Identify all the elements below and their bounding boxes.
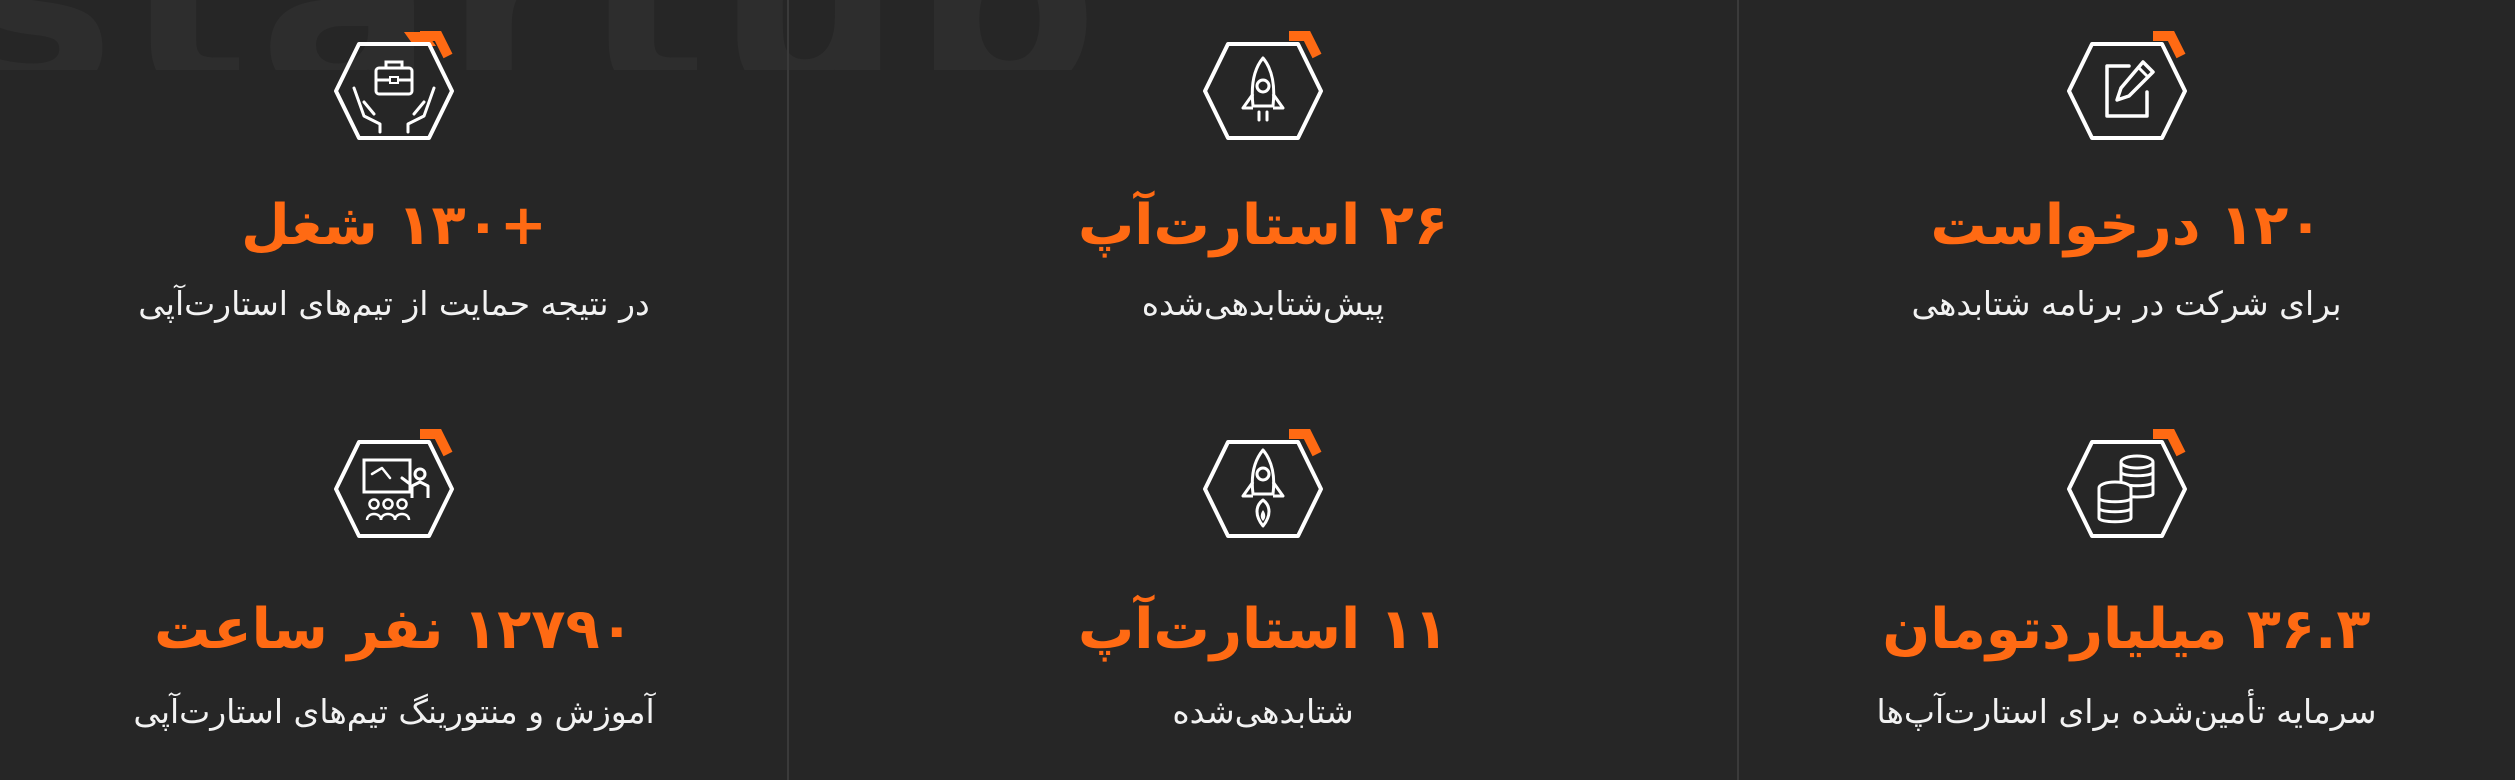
stat-value: +۱۳۰ شغل xyxy=(241,193,547,258)
stat-caption: سرمایه تأمین‌شده برای استارت‌آپ‌ها xyxy=(1876,692,2377,731)
stat-preaccelerated: ۲۶ استارت‌آپ پیش‌شتابدهی‌شده xyxy=(788,0,1738,400)
stat-value: ۱۲۰ درخواست xyxy=(1930,193,2323,258)
stat-value: ۱۱ استارت‌آپ xyxy=(1078,597,1448,662)
stat-accelerated: ۱۱ استارت‌آپ شتابدهی‌شده xyxy=(788,400,1738,780)
stat-jobs: +۱۳۰ شغل در نتیجه حمایت از تیم‌های استار… xyxy=(0,0,788,400)
stat-training-hours: ۱۲۷۹۰ نفر ساعت آموزش و منتورینگ تیم‌های … xyxy=(0,400,788,780)
hands-briefcase-icon xyxy=(334,31,454,140)
stat-value: ۱۲۷۹۰ نفر ساعت xyxy=(154,597,634,662)
stat-value: ۲۶ استارت‌آپ xyxy=(1078,193,1448,258)
stat-investment: ۳۶.۳ میلیاردتومان سرمایه تأمین‌شده برای … xyxy=(1738,400,2515,780)
stat-applications: ۱۲۰ درخواست برای شرکت در برنامه شتابدهی xyxy=(1738,0,2515,400)
stat-caption: پیش‌شتابدهی‌شده xyxy=(1141,284,1385,323)
stat-value: ۳۶.۳ میلیاردتومان xyxy=(1882,597,2371,662)
coin-stack-icon xyxy=(2066,429,2187,538)
rocket-launch-icon xyxy=(1203,429,1323,538)
stat-caption: در نتیجه حمایت از تیم‌های استارت‌آپی xyxy=(138,284,650,323)
stat-caption: برای شرکت در برنامه شتابدهی xyxy=(1911,284,2342,323)
edit-document-icon xyxy=(2066,31,2187,140)
presentation-audience-icon xyxy=(334,429,454,538)
rocket-icon xyxy=(1203,31,1323,140)
stat-caption: آموزش و منتورینگ تیم‌های استارت‌آپی xyxy=(133,692,655,731)
stats-grid: +۱۳۰ شغل در نتیجه حمایت از تیم‌های استار… xyxy=(0,0,2515,780)
stat-caption: شتابدهی‌شده xyxy=(1172,692,1354,731)
